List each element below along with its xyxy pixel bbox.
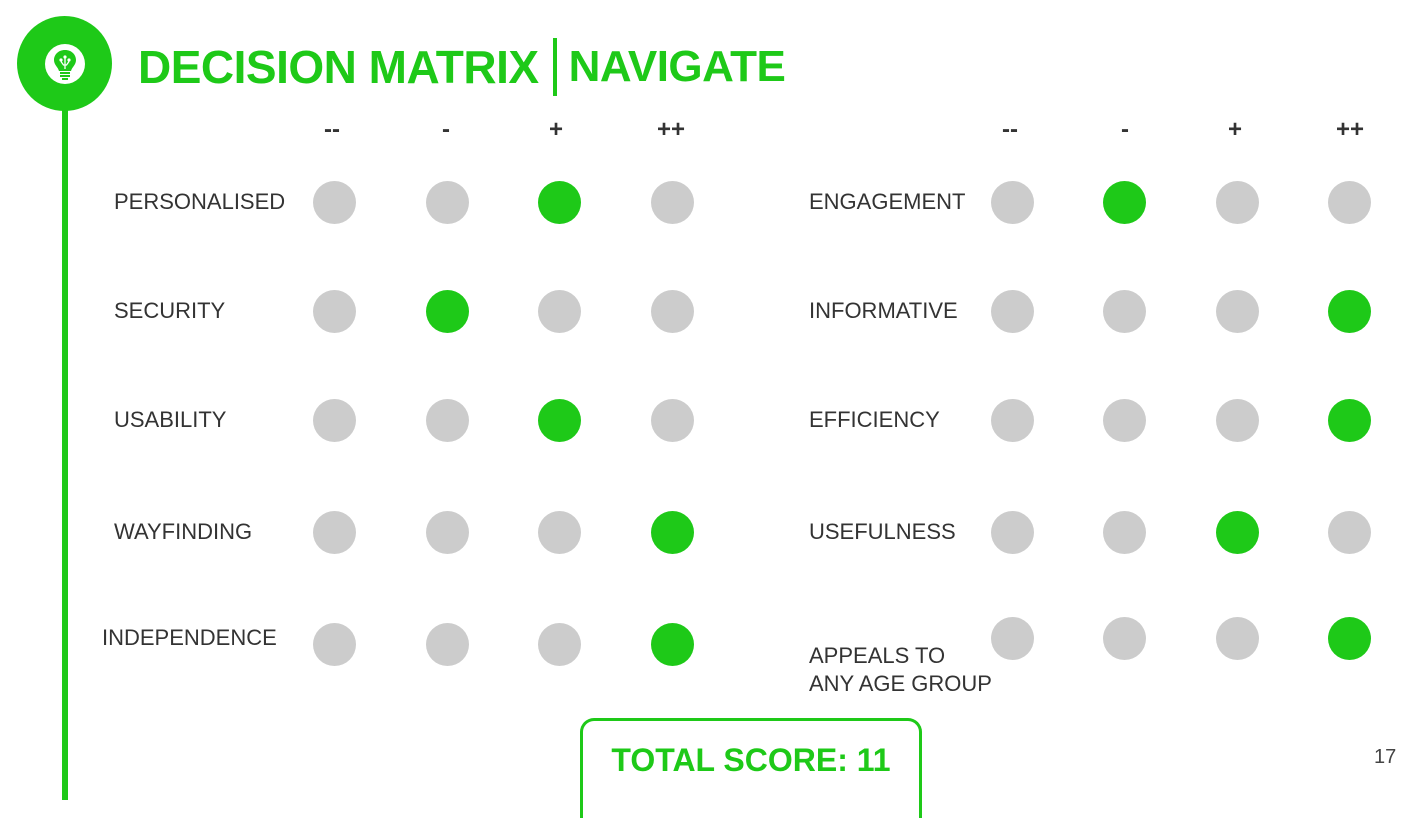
rating-dot (1328, 511, 1371, 554)
scale-header: -- (324, 116, 340, 143)
rating-dot (1328, 290, 1371, 333)
rating-dot (651, 290, 694, 333)
rating-dot (426, 511, 469, 554)
criterion-label: ENGAGEMENT (809, 189, 966, 214)
rating-dot (1103, 399, 1146, 442)
criterion-label: WAYFINDING (114, 519, 253, 544)
scale-header: - (1121, 116, 1129, 143)
rating-dot (538, 511, 581, 554)
lightbulb-icon (44, 43, 85, 84)
criterion-label: USABILITY (114, 407, 227, 432)
rating-dot (991, 617, 1034, 660)
rating-dot (991, 290, 1034, 333)
rating-dot (1216, 399, 1259, 442)
rating-dot (426, 623, 469, 666)
rating-dot (991, 399, 1034, 442)
timeline-line (62, 60, 68, 800)
rating-dot (313, 511, 356, 554)
logo-badge (17, 16, 112, 111)
title-main: DECISION MATRIX (138, 41, 539, 93)
rating-dot (1103, 290, 1146, 333)
scale-header: ++ (656, 116, 686, 143)
criterion-label: PERSONALISED (114, 189, 286, 214)
rating-dot (651, 511, 694, 554)
criterion-label: EFFICIENCY (809, 407, 940, 432)
title-sub: NAVIGATE (568, 42, 786, 91)
scale-header: - (442, 116, 450, 143)
rating-dot (538, 181, 581, 224)
rating-dot (1216, 181, 1259, 224)
rating-dot (1103, 181, 1146, 224)
rating-dot (1328, 181, 1371, 224)
rating-dot (651, 399, 694, 442)
rating-dot (1328, 617, 1371, 660)
criterion-label: APPEALS TO ANY AGE GROUP (809, 643, 992, 696)
rating-dot (1216, 617, 1259, 660)
rating-dot (538, 290, 581, 333)
criterion-label: INDEPENDENCE (102, 625, 277, 650)
rating-dot (426, 181, 469, 224)
rating-dot (426, 399, 469, 442)
page-number: 17 (1374, 746, 1397, 768)
rating-dot (991, 181, 1034, 224)
criterion-label: USEFULNESS (809, 519, 956, 544)
scale-header: + (548, 116, 563, 143)
rating-dot (313, 399, 356, 442)
rating-dot (1103, 617, 1146, 660)
rating-dot (1328, 399, 1371, 442)
scale-header: -- (1002, 116, 1018, 143)
rating-dot (651, 623, 694, 666)
rating-dot (313, 290, 356, 333)
rating-dot (538, 399, 581, 442)
scale-header: ++ (1335, 116, 1365, 143)
total-score: TOTAL SCORE: 11 (611, 742, 891, 778)
criterion-label: INFORMATIVE (809, 298, 958, 323)
rating-dot (538, 623, 581, 666)
rating-dot (991, 511, 1034, 554)
title-separator (552, 38, 557, 96)
criterion-label: SECURITY (114, 298, 226, 323)
rating-dot (426, 290, 469, 333)
rating-dot (313, 623, 356, 666)
rating-dot (651, 181, 694, 224)
rating-dot (1103, 511, 1146, 554)
rating-dot (313, 181, 356, 224)
rating-dot (1216, 290, 1259, 333)
rating-dot (1216, 511, 1259, 554)
page-title: DECISION MATRIX NAVIGATE (138, 34, 786, 100)
scale-header: + (1227, 116, 1242, 143)
